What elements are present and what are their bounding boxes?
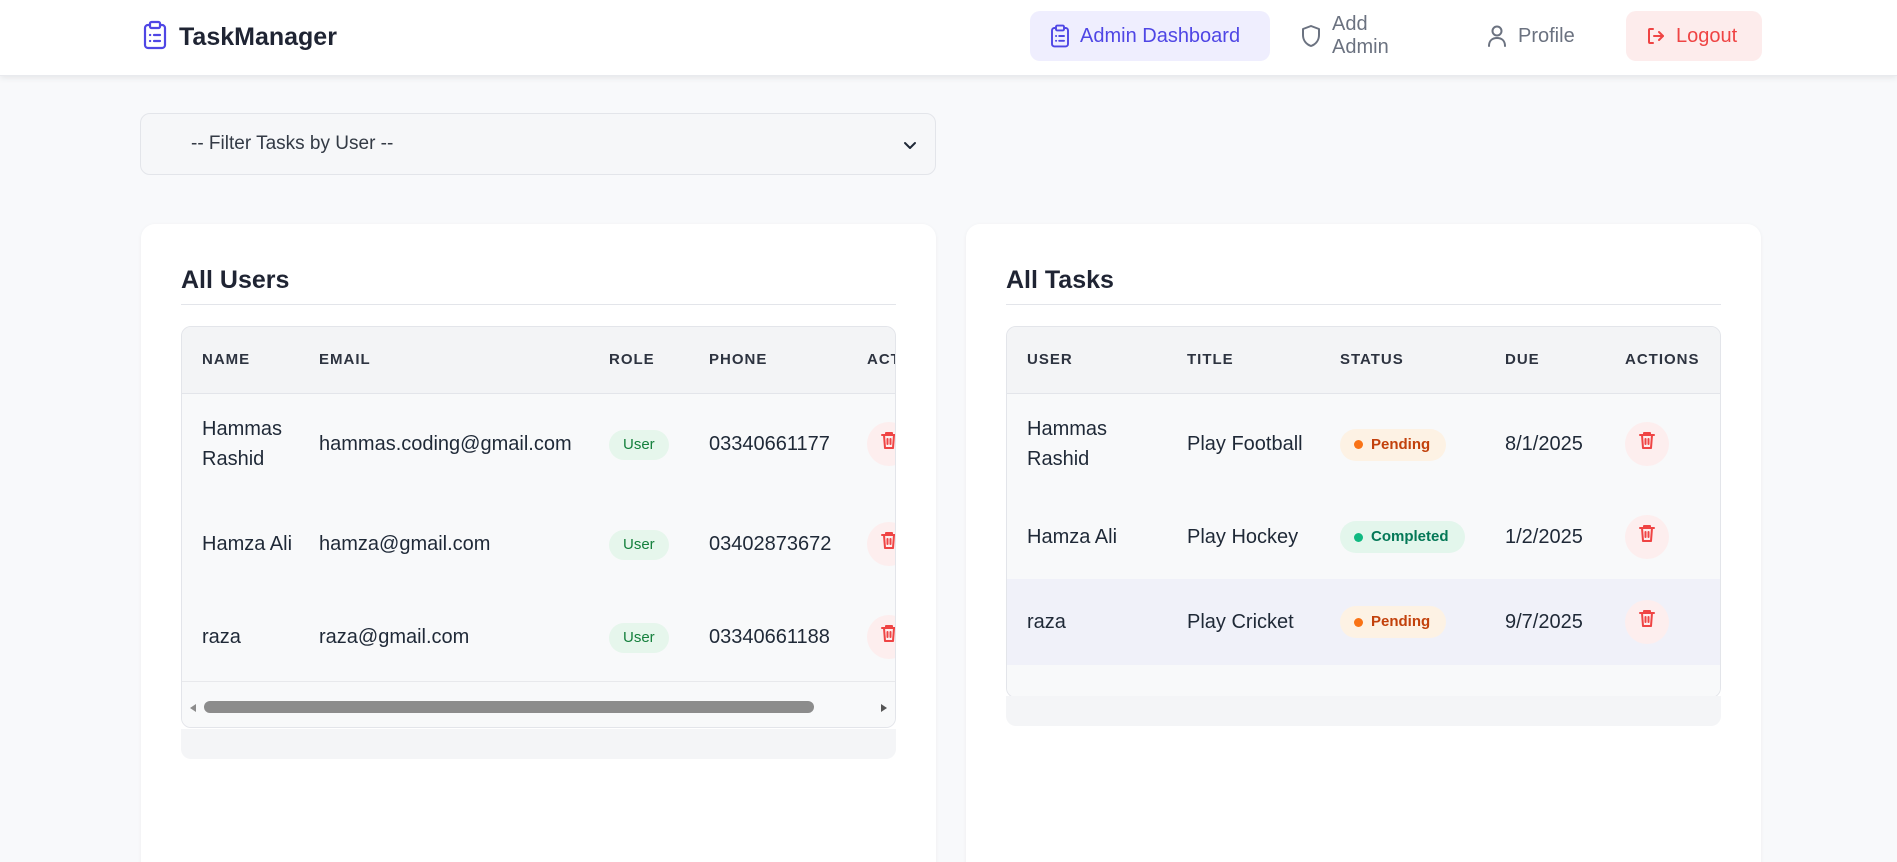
tasks-card: All Tasks USER TITLE STATUS DUE ACTIONS … xyxy=(966,224,1761,862)
shield-icon xyxy=(1300,24,1322,48)
status-label: Pending xyxy=(1371,435,1431,453)
trash-icon xyxy=(880,622,895,652)
column-header-email: EMAIL xyxy=(299,327,589,394)
column-header-actions: ACTIONS xyxy=(1605,327,1720,394)
users-card-title: All Users xyxy=(181,266,290,294)
filter-selected-value: -- Filter Tasks by User -- xyxy=(191,133,394,154)
column-header-role: ROLE xyxy=(589,327,689,394)
table-row: Hammas Rashid Play Football Pending 8/1/… xyxy=(1007,393,1720,495)
delete-task-button[interactable] xyxy=(1625,515,1669,559)
brand[interactable]: TaskManager xyxy=(143,20,337,54)
tasks-table-container: USER TITLE STATUS DUE ACTIONS Hammas Ras… xyxy=(1006,326,1721,698)
trash-icon xyxy=(880,529,895,559)
trash-icon xyxy=(880,429,895,459)
user-name: Hamza Ali xyxy=(202,533,293,555)
nav-admin-dashboard[interactable]: Admin Dashboard xyxy=(1030,11,1270,61)
status-label: Pending xyxy=(1371,613,1431,631)
status-dot xyxy=(1354,617,1363,627)
user-phone: 03340661177 xyxy=(709,433,830,456)
nav-profile-label: Profile xyxy=(1518,24,1575,47)
task-user: Hamza Ali xyxy=(1027,526,1118,548)
task-due: 9/7/2025 xyxy=(1485,579,1605,665)
task-user: raza xyxy=(1007,579,1167,665)
column-header-actions: ACTIONS xyxy=(847,327,895,394)
task-title: Play Cricket xyxy=(1167,579,1320,665)
table-row: Hamza Ali Play Hockey Completed 1/2/2025 xyxy=(1007,495,1720,579)
filter-user-select[interactable]: -- Filter Tasks by User -- xyxy=(140,113,936,175)
delete-user-button[interactable] xyxy=(867,615,895,659)
logout-label: Logout xyxy=(1676,24,1738,47)
divider xyxy=(181,304,896,305)
task-title: Play Hockey xyxy=(1187,526,1299,548)
task-title: Play Football xyxy=(1187,433,1303,456)
user-name: raza xyxy=(202,626,241,648)
chevron-down-icon xyxy=(901,136,919,160)
users-table: NAME EMAIL ROLE PHONE ACTIONS Hammas Ras… xyxy=(182,327,895,681)
trash-icon xyxy=(1638,607,1656,637)
status-dot xyxy=(1354,532,1363,542)
table-row: Hamza Ali hamza@gmail.com User 034028736… xyxy=(182,495,895,593)
users-card: All Users NAME EMAIL ROLE PHONE ACTIONS … xyxy=(141,224,936,862)
delete-task-button[interactable] xyxy=(1625,422,1669,467)
status-badge: Pending xyxy=(1340,428,1447,461)
delete-user-button[interactable] xyxy=(867,422,895,467)
role-badge: User xyxy=(609,530,669,560)
nav-add-admin[interactable]: Add Admin xyxy=(1300,11,1389,61)
nav-add-admin-label: Add Admin xyxy=(1332,13,1389,58)
clipboard-icon xyxy=(1050,24,1070,48)
task-user: Hammas Rashid xyxy=(1027,418,1108,471)
role-badge: User xyxy=(609,623,669,653)
delete-user-button[interactable] xyxy=(867,522,895,566)
users-table-container: NAME EMAIL ROLE PHONE ACTIONS Hammas Ras… xyxy=(181,326,896,728)
logout-button[interactable]: Logout xyxy=(1626,11,1762,61)
user-phone: 03340661188 xyxy=(709,626,830,648)
role-badge: User xyxy=(609,430,669,461)
column-header-due: DUE xyxy=(1485,327,1605,394)
table-footer-strip xyxy=(1006,696,1721,726)
table-row: raza Play Cricket Pending 9/7/2025 xyxy=(1007,579,1720,665)
column-header-user: USER xyxy=(1007,327,1167,394)
clipboard-icon xyxy=(143,20,167,55)
column-header-name: NAME xyxy=(182,327,299,394)
tasks-table: USER TITLE STATUS DUE ACTIONS Hammas Ras… xyxy=(1007,327,1720,665)
column-header-phone: PHONE xyxy=(689,327,847,394)
table-row: raza raza@gmail.com User 03340661188 xyxy=(182,593,895,681)
logout-icon xyxy=(1646,26,1666,46)
user-email: hamza@gmail.com xyxy=(319,533,491,555)
status-badge: Completed xyxy=(1340,521,1465,554)
task-due: 1/2/2025 xyxy=(1505,526,1583,548)
user-icon xyxy=(1486,24,1508,48)
column-header-status: STATUS xyxy=(1320,327,1485,394)
user-name: Hammas Rashid xyxy=(202,418,283,471)
horizontal-scrollbar[interactable] xyxy=(182,681,895,727)
status-dot xyxy=(1354,440,1363,449)
scroll-left-arrow-icon[interactable] xyxy=(188,700,198,718)
task-due: 8/1/2025 xyxy=(1505,433,1583,456)
status-badge: Pending xyxy=(1340,606,1447,639)
delete-task-button[interactable] xyxy=(1625,600,1669,644)
status-label: Completed xyxy=(1371,528,1449,546)
divider xyxy=(1006,304,1721,305)
trash-icon xyxy=(1638,429,1656,459)
brand-name: TaskManager xyxy=(179,22,337,51)
scrollbar-thumb[interactable] xyxy=(204,701,814,713)
trash-icon xyxy=(1638,522,1656,552)
scroll-right-arrow-icon[interactable] xyxy=(879,700,889,718)
nav-admin-dashboard-label: Admin Dashboard xyxy=(1080,24,1241,47)
user-email: hammas.coding@gmail.com xyxy=(319,433,572,456)
user-phone: 03402873672 xyxy=(709,533,832,555)
user-email: raza@gmail.com xyxy=(319,626,470,648)
table-footer xyxy=(1007,665,1720,697)
top-navbar: TaskManager Admin Dashboard Add Admin Pr… xyxy=(0,0,1897,76)
tasks-card-title: All Tasks xyxy=(1006,266,1114,294)
column-header-title: TITLE xyxy=(1167,327,1320,394)
nav-profile[interactable]: Profile xyxy=(1486,11,1575,61)
table-footer-strip xyxy=(181,729,896,759)
table-row: Hammas Rashid hammas.coding@gmail.com Us… xyxy=(182,393,895,495)
